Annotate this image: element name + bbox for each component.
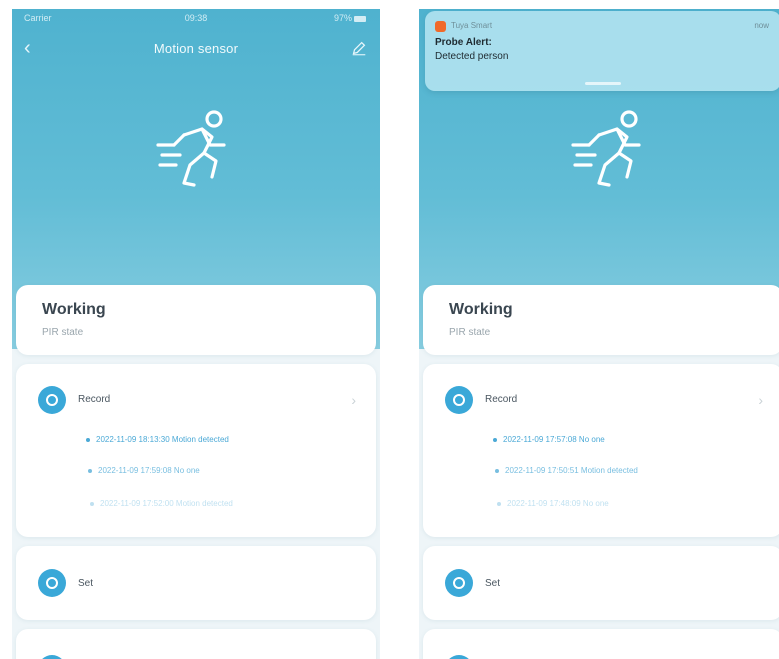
chevron-right-icon[interactable]: › [758,392,763,408]
set-card[interactable]: Set [423,546,779,620]
status-bar: Carrier 09:38 97% [12,13,380,27]
chevron-right-icon[interactable]: › [351,392,356,408]
list-item: 2022-11-09 17:48:09 No one [497,499,609,508]
status-card: Working PIR state [423,285,779,355]
running-person-icon [156,110,226,187]
status-battery-text: 97% [333,13,352,23]
record-label: Record [485,394,518,405]
notification-grabber[interactable] [585,82,621,85]
more-icon [38,655,66,659]
running-person-icon [571,110,641,187]
status-time: 09:38 [184,13,208,23]
pencil-icon[interactable] [350,39,368,57]
push-notification[interactable]: Tuya Smart now Probe Alert: Detected per… [425,11,779,91]
list-item: 2022-11-09 17:57:08 No one [493,435,605,444]
set-label: Set [78,578,94,589]
status-battery: 97% [334,13,366,23]
more-card[interactable] [423,629,779,659]
more-icon [445,655,473,659]
list-item: 2022-11-09 17:59:08 No one [88,466,200,475]
notification-app-name: Tuya Smart [451,21,493,30]
battery-icon [354,15,366,22]
gear-icon [38,569,66,597]
record-card[interactable]: Record › 2022-11-09 18:13:30 Motion dete… [16,364,376,537]
record-icon [445,386,473,414]
phone-screen-notification: Tuya Smart now Probe Alert: Detected per… [419,9,779,659]
notification-body: Detected person [435,51,509,62]
notification-time: now [754,21,769,30]
record-icon [38,386,66,414]
status-subtitle: PIR state [449,327,491,338]
record-card[interactable]: Record › 2022-11-09 17:57:08 No one 2022… [423,364,779,537]
status-title: Working [42,301,106,318]
list-item: 2022-11-09 18:13:30 Motion detected [86,435,229,444]
nav-bar: ‹ Motion sensor [12,37,380,61]
set-card[interactable]: Set [16,546,376,620]
notification-title: Probe Alert: [435,37,492,48]
status-title: Working [449,301,513,318]
more-card[interactable] [16,629,376,659]
record-label: Record [78,394,111,405]
app-icon [435,21,446,32]
status-card: Working PIR state [16,285,376,355]
list-item: 2022-11-09 17:50:51 Motion detected [495,466,638,475]
gear-icon [445,569,473,597]
status-subtitle: PIR state [42,327,84,338]
page-title: Motion sensor [153,41,239,56]
phone-screen-motion-sensor: Carrier 09:38 97% ‹ Motion sensor Workin… [12,9,380,659]
list-item: 2022-11-09 17:52:00 Motion detected [90,499,233,508]
set-label: Set [485,578,501,589]
